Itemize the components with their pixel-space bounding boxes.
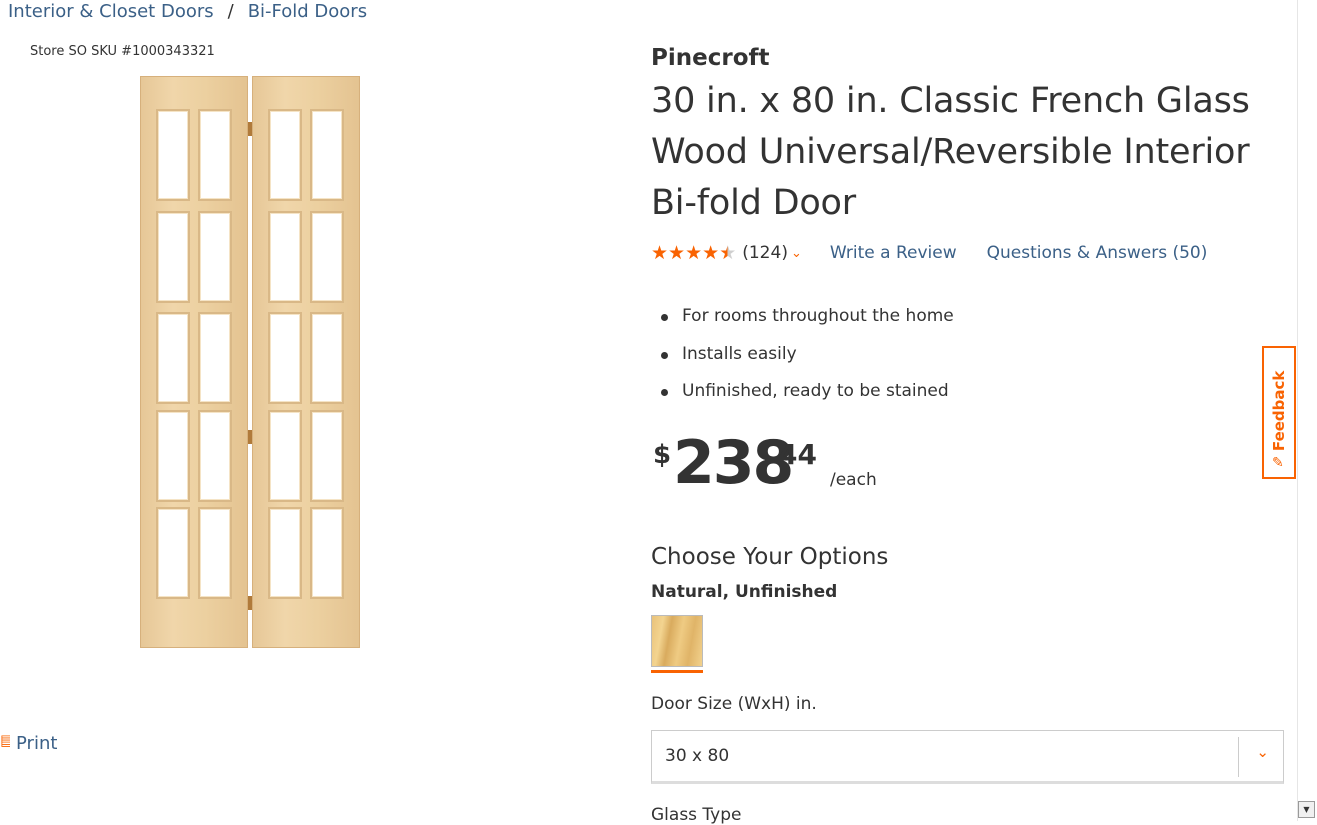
breadcrumb-item-interior-closet-doors[interactable]: Interior & Closet Doors	[8, 1, 214, 22]
half-star-icon: ★	[719, 242, 737, 264]
hinge	[248, 122, 252, 136]
glass-pane	[156, 410, 190, 502]
glass-pane	[198, 507, 232, 599]
glass-pane	[268, 410, 302, 502]
store-sku: Store SO SKU #1000343321	[30, 44, 215, 59]
ratings-row: ★★★★★ (124) ⌄ Write a Review Questions &…	[651, 242, 1207, 264]
glass-pane	[310, 312, 344, 404]
glass-pane	[198, 211, 232, 303]
star-icon: ★	[702, 242, 720, 264]
scroll-down-arrow-icon[interactable]: ▼	[1298, 801, 1315, 818]
glass-pane	[268, 312, 302, 404]
price-currency: $	[653, 440, 672, 470]
feedback-label: Feedback	[1270, 370, 1288, 451]
glass-pane	[310, 109, 344, 201]
product-title: 30 in. x 80 in. Classic French Glass Woo…	[651, 81, 1250, 223]
selected-indicator	[651, 670, 703, 673]
write-review-link[interactable]: Write a Review	[830, 243, 957, 263]
breadcrumb: Interior & Closet Doors / Bi-Fold Doors	[8, 0, 367, 24]
glass-pane	[310, 211, 344, 303]
finish-swatch-natural[interactable]	[651, 615, 703, 667]
price-cents: 44	[778, 438, 817, 471]
door-size-label: Door Size (WxH) in.	[651, 694, 817, 714]
breadcrumb-separator: /	[227, 1, 234, 22]
glass-pane	[156, 312, 190, 404]
list-item: For rooms throughout the home	[661, 298, 954, 336]
print-link[interactable]: ▤ Print	[0, 731, 57, 754]
options-heading: Choose Your Options	[651, 544, 889, 570]
door-panel-right	[252, 76, 360, 648]
door-panel-left	[140, 76, 248, 648]
product-brand[interactable]: Pinecroft	[651, 45, 770, 71]
door-size-select[interactable]: 30 x 80 ⌄	[651, 730, 1284, 784]
glass-pane	[198, 410, 232, 502]
breadcrumb-item-bi-fold-doors[interactable]: Bi-Fold Doors	[248, 1, 367, 22]
star-rating[interactable]: ★★★★★	[651, 242, 736, 264]
rating-count[interactable]: (124)	[742, 243, 788, 263]
glass-pane	[156, 507, 190, 599]
chevron-down-icon[interactable]: ⌄	[791, 246, 802, 261]
feedback-tab[interactable]: Feedback ✎	[1262, 346, 1296, 479]
printer-icon: ▤	[0, 731, 10, 749]
scrollbar[interactable]	[1297, 0, 1317, 821]
glass-pane	[310, 507, 344, 599]
glass-pane	[156, 109, 190, 201]
feature-bullets: For rooms throughout the home Installs e…	[661, 298, 954, 411]
list-item: Unfinished, ready to be stained	[661, 373, 954, 411]
chevron-down-icon: ⌄	[1256, 743, 1269, 761]
product-image[interactable]	[140, 76, 362, 650]
print-label: Print	[16, 733, 58, 754]
hinge	[248, 430, 252, 444]
list-item: Installs easily	[661, 336, 954, 374]
feedback-icon: ✎	[1272, 455, 1284, 471]
glass-type-label: Glass Type	[651, 805, 742, 825]
price-whole: 238	[673, 428, 794, 498]
star-icon: ★	[668, 242, 686, 264]
questions-answers-link[interactable]: Questions & Answers (50)	[987, 243, 1208, 263]
finish-name: Natural, Unfinished	[651, 582, 838, 602]
glass-pane	[310, 410, 344, 502]
price-unit: /each	[830, 470, 877, 490]
select-divider	[1238, 737, 1239, 777]
glass-pane	[268, 211, 302, 303]
glass-pane	[198, 312, 232, 404]
glass-pane	[156, 211, 190, 303]
glass-pane	[268, 507, 302, 599]
glass-pane	[268, 109, 302, 201]
hinge	[248, 596, 252, 610]
star-icon: ★	[685, 242, 703, 264]
door-size-value: 30 x 80	[665, 746, 730, 766]
star-icon: ★	[651, 242, 669, 264]
glass-pane	[198, 109, 232, 201]
